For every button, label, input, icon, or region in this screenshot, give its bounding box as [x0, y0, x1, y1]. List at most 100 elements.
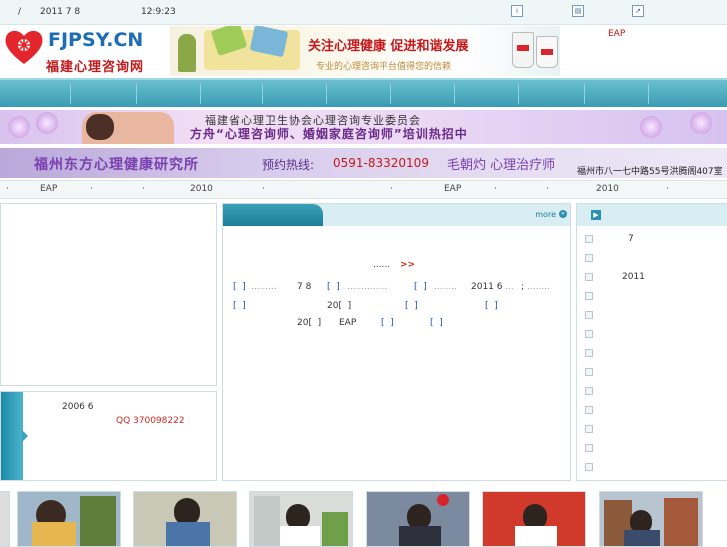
- news-eap[interactable]: EAP: [339, 318, 356, 328]
- topbar-time: 12:9:23: [141, 7, 176, 17]
- ticker-dot: ·: [262, 184, 265, 194]
- list-item[interactable]: 2011: [622, 272, 645, 282]
- nav-divider: [648, 84, 649, 104]
- list-bullet-icon: [585, 444, 593, 452]
- more-link[interactable]: more: [535, 210, 556, 219]
- ticker-dot: ·: [666, 184, 669, 194]
- list-bullet-icon: [585, 292, 593, 300]
- photo-thumbnail[interactable]: [0, 491, 10, 547]
- flower-decoration: [8, 116, 30, 138]
- hotline-number: 0591-83320109: [333, 156, 429, 170]
- nav-divider: [454, 84, 455, 104]
- topbar-date: 2011 7 8: [40, 7, 81, 17]
- photo-thumbnail[interactable]: [133, 491, 237, 547]
- news-link[interactable]: [ ]: [405, 301, 418, 311]
- nav-divider: [262, 84, 263, 104]
- banner-subtitle: 专业的心理咨询平台值得您的信赖: [316, 62, 452, 72]
- bookmark-icon[interactable]: ↗: [632, 5, 644, 17]
- nav-divider: [200, 84, 201, 104]
- list-item[interactable]: 7: [628, 234, 634, 244]
- photo-thumbnail[interactable]: [366, 491, 470, 547]
- list-bullet-icon: [585, 235, 593, 243]
- list-bullet-icon: [585, 406, 593, 414]
- top-status-bar: / 2011 7 8 12:9:23 i ▤ ↗: [0, 0, 727, 25]
- info-icon[interactable]: i: [511, 5, 523, 17]
- nav-divider: [326, 84, 327, 104]
- news-link[interactable]: [ ]: [233, 301, 246, 311]
- ticker-item[interactable]: EAP: [444, 184, 461, 194]
- ticker-item[interactable]: 2010: [596, 184, 619, 194]
- nav-divider: [584, 84, 585, 104]
- right-list-panel: ▶ 7 2011: [576, 203, 727, 481]
- news-separator: ;: [521, 282, 525, 292]
- topbar-slash: /: [18, 7, 22, 17]
- news-date: 2011 6: [471, 282, 503, 292]
- list-bullet-icon: [585, 273, 593, 281]
- flower-decoration: [690, 112, 712, 134]
- cup-image: [512, 32, 534, 68]
- calendar-icon[interactable]: ▤: [572, 5, 584, 17]
- plant-image: [178, 34, 196, 72]
- site-logo[interactable]: FJPSY.CN 福建心理咨询网: [2, 26, 162, 76]
- dotted-leader: ..............: [347, 282, 388, 292]
- ticker-item[interactable]: EAP: [40, 184, 57, 194]
- more-arrow-icon[interactable]: »: [559, 210, 567, 218]
- institute-banner[interactable]: 福州东方心理健康研究所 预约热线: 0591-83320109 毛朝灼 心理治疗…: [0, 148, 727, 178]
- flower-decoration: [36, 112, 58, 134]
- list-bullet-icon: [585, 463, 593, 471]
- ticker-dot: ·: [390, 184, 393, 194]
- news-more-arrows[interactable]: >>: [400, 260, 415, 270]
- photo-thumbnail[interactable]: [249, 491, 353, 547]
- news-link[interactable]: [ ]: [485, 301, 498, 311]
- news-date: 7 8: [297, 282, 312, 292]
- logo-latin-text: FJPSY.CN: [48, 29, 144, 51]
- eap-link[interactable]: EAP: [608, 29, 625, 39]
- list-bullet-icon: [585, 387, 593, 395]
- nav-divider: [70, 84, 71, 104]
- list-bullet-icon: [585, 425, 593, 433]
- institute-address: 福州市八一七中路55号洪腾阁407室: [577, 167, 723, 177]
- dotted-leader: ........: [434, 282, 457, 292]
- news-link[interactable]: [ ]: [430, 318, 443, 328]
- flower-decoration: [640, 116, 662, 138]
- list-bullet-icon: [585, 349, 593, 357]
- heart-logo-icon: [5, 30, 43, 64]
- news-panel-tab[interactable]: [223, 204, 323, 226]
- nav-divider: [136, 84, 137, 104]
- contact-founded: 2006 6: [62, 402, 94, 412]
- ticker-dot: ·: [494, 184, 497, 194]
- dotted-leader: ...: [505, 282, 514, 292]
- nav-divider: [390, 84, 391, 104]
- couple-photo: [82, 112, 174, 144]
- news-link[interactable]: 20[ ]: [297, 318, 321, 328]
- play-icon[interactable]: ▶: [591, 210, 601, 220]
- institute-name: 福州东方心理健康研究所: [34, 157, 199, 173]
- news-link[interactable]: [ ]: [381, 318, 394, 328]
- contact-panel: 2006 6 QQ 370098222: [0, 391, 217, 481]
- ticker-dot: ·: [142, 184, 145, 194]
- news-panel-header: more »: [223, 204, 570, 226]
- training-banner[interactable]: 福建省心理卫生协会心理咨询专业委员会 方舟“心理咨询师、婚姻家庭咨询师”培训热招…: [0, 110, 727, 144]
- therapist-name: 毛朝灼 心理治疗师: [447, 158, 556, 173]
- photo-thumbnail[interactable]: [482, 491, 586, 547]
- news-link[interactable]: [ ]: [327, 282, 340, 292]
- ticker-item[interactable]: 2010: [190, 184, 213, 194]
- ticker-dot: ·: [6, 184, 9, 194]
- news-link[interactable]: [ ]: [233, 282, 246, 292]
- news-link[interactable]: [ ]: [414, 282, 427, 292]
- nav-divider: [518, 84, 519, 104]
- contact-panel-tab: [1, 392, 28, 480]
- banner-slogan: 关注心理健康 促进和谐发展: [308, 39, 469, 54]
- news-ellipsis: ......: [373, 260, 391, 270]
- photo-thumbnail[interactable]: [599, 491, 703, 547]
- photo-thumbnail[interactable]: [17, 491, 121, 547]
- news-panel: more » ...... >> [ ] ......... 7 8 [ ] .…: [222, 203, 571, 481]
- contact-qq[interactable]: QQ 370098222: [116, 416, 185, 426]
- header-banner[interactable]: 关注心理健康 促进和谐发展 专业的心理咨询平台值得您的信赖: [170, 26, 560, 76]
- logo-chinese-text: 福建心理咨询网: [46, 60, 145, 75]
- news-link[interactable]: 20[ ]: [327, 301, 351, 311]
- list-bullet-icon: [585, 368, 593, 376]
- cup-image: [536, 36, 558, 68]
- list-bullet-icon: [585, 254, 593, 262]
- list-bullet-icon: [585, 311, 593, 319]
